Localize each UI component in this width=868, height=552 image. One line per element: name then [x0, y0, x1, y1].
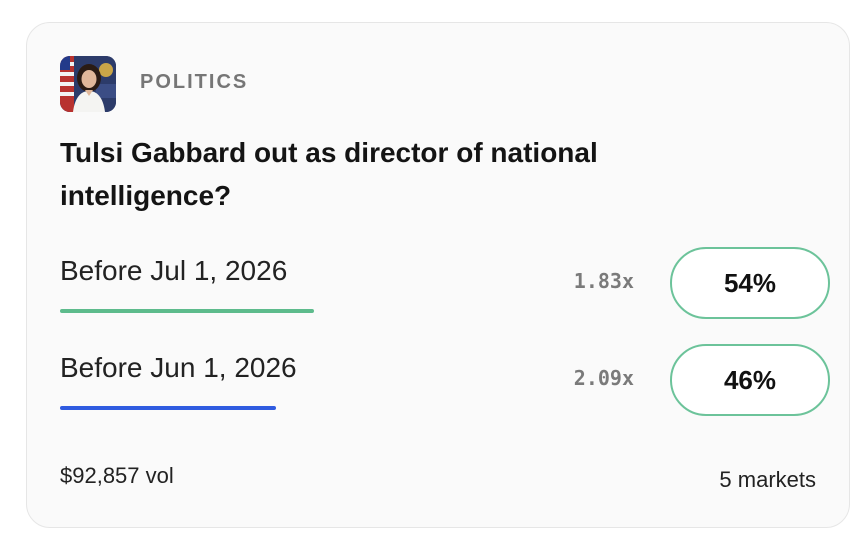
outcome-label: Before Jul 1, 2026 — [60, 255, 288, 286]
volume-text: $92,857 vol — [60, 463, 174, 488]
person-portrait-icon — [60, 56, 116, 112]
outcome-row[interactable]: Before Jul 1, 2026 1.83x 54% — [60, 247, 830, 319]
outcome-probability-bar — [60, 406, 276, 410]
market-card[interactable]: POLITICS Tulsi Gabbard out as director o… — [26, 22, 850, 528]
market-title[interactable]: Tulsi Gabbard out as director of nationa… — [60, 131, 700, 217]
category-label: POLITICS — [140, 71, 249, 93]
market-avatar — [60, 56, 116, 112]
outcome-row[interactable]: Before Jun 1, 2026 2.09x 46% — [60, 344, 830, 416]
outcome-probability-bar — [60, 309, 314, 313]
payout-multiplier: 1.83x — [573, 269, 634, 293]
outcome-label: Before Jun 1, 2026 — [60, 352, 297, 383]
markets-count-link[interactable]: 5 markets — [719, 467, 816, 493]
outcome-percent-button[interactable]: 54% — [670, 247, 830, 319]
outcome-percent-button[interactable]: 46% — [670, 344, 830, 416]
payout-multiplier: 2.09x — [573, 366, 634, 390]
